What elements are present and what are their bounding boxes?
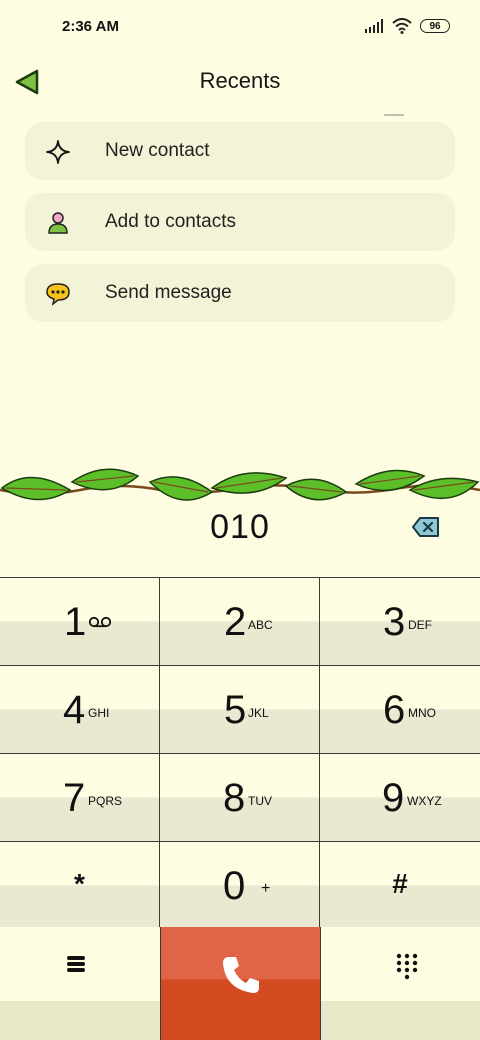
person-icon xyxy=(48,212,68,234)
key-2-letters: ABC xyxy=(248,618,273,632)
key-8-digit: 8 xyxy=(223,776,246,820)
backspace-icon[interactable] xyxy=(412,516,440,538)
key-2[interactable]: 2 ABC xyxy=(160,578,320,666)
send-message-label: Send message xyxy=(105,282,232,303)
signal-icon xyxy=(365,19,383,33)
key-8-letters: TUV xyxy=(248,794,272,808)
key-8[interactable]: 8 TUV xyxy=(160,754,320,842)
key-1-digit: 1 xyxy=(64,600,87,644)
menu-icon xyxy=(67,956,85,972)
key-hash-symbol: # xyxy=(392,868,408,899)
key-7-digit: 7 xyxy=(63,776,86,820)
phone-icon xyxy=(223,957,259,993)
dialer-bottom-row xyxy=(0,927,480,1040)
key-9-letters: WXYZ xyxy=(407,794,442,808)
key-6-digit: 6 xyxy=(383,688,406,732)
status-time: 2:36 AM xyxy=(62,18,119,35)
key-3[interactable]: 3 DEF xyxy=(320,578,480,666)
key-7-letters: PQRS xyxy=(88,794,123,808)
key-0-plus: + xyxy=(261,880,271,897)
key-3-letters: DEF xyxy=(408,618,432,632)
voicemail-icon xyxy=(88,616,112,628)
key-6[interactable]: 6 MNO xyxy=(320,666,480,754)
page-title: Recents xyxy=(199,68,281,93)
chat-bubble-icon xyxy=(46,283,70,306)
new-contact-label: New contact xyxy=(105,140,210,161)
keypad: 1 2 ABC 3 DEF 4 GHI 5 JKL 6 MNO 7 PQRS 8… xyxy=(0,577,480,1040)
key-5[interactable]: 5 JKL xyxy=(160,666,320,754)
key-4[interactable]: 4 GHI xyxy=(0,666,160,754)
scroll-indicator xyxy=(384,114,404,116)
add-to-contacts-button[interactable]: Add to contacts xyxy=(25,193,455,251)
key-6-letters: MNO xyxy=(408,706,436,720)
dialpad-toggle-button[interactable] xyxy=(321,927,480,1040)
call-button[interactable] xyxy=(160,927,321,1040)
key-5-digit: 5 xyxy=(224,688,247,732)
plus-icon xyxy=(46,140,70,164)
add-to-contacts-label: Add to contacts xyxy=(105,211,236,232)
menu-button[interactable] xyxy=(0,927,160,1040)
status-bar: 2:36 AM 96 xyxy=(0,0,480,56)
key-9-digit: 9 xyxy=(382,776,405,820)
key-9[interactable]: 9 WXYZ xyxy=(320,754,480,842)
key-1[interactable]: 1 xyxy=(0,578,160,666)
key-0[interactable]: 0 + xyxy=(160,842,320,930)
key-3-digit: 3 xyxy=(383,600,406,644)
dialed-number: 010 xyxy=(210,508,270,546)
key-7[interactable]: 7 PQRS xyxy=(0,754,160,842)
send-message-button[interactable]: Send message xyxy=(25,264,455,322)
key-hash[interactable]: # xyxy=(320,842,480,930)
key-star[interactable]: * xyxy=(0,842,160,930)
key-0-digit: 0 xyxy=(223,864,246,908)
key-5-letters: JKL xyxy=(248,706,269,720)
key-2-digit: 2 xyxy=(224,600,247,644)
key-star-symbol: * xyxy=(74,868,85,899)
key-4-letters: GHI xyxy=(88,706,110,720)
status-icons: 96 xyxy=(364,18,450,34)
new-contact-button[interactable]: New contact xyxy=(25,122,455,180)
wifi-icon xyxy=(392,18,412,34)
key-4-digit: 4 xyxy=(63,688,86,732)
dialpad-icon xyxy=(396,953,418,980)
header: Recents xyxy=(0,56,480,108)
battery-indicator: 96 xyxy=(420,19,450,33)
